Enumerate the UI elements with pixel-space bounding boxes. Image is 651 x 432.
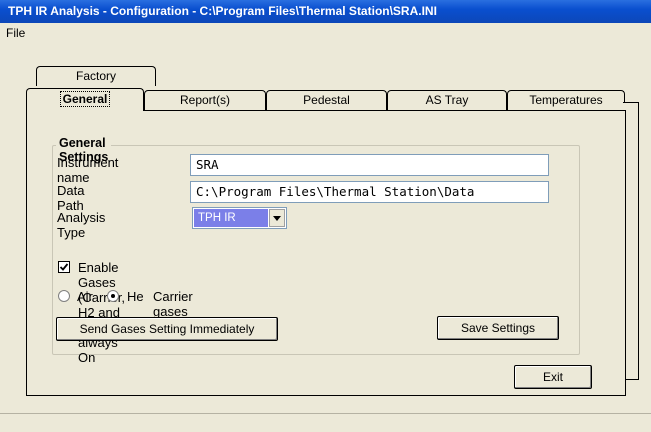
send-gases-button[interactable]: Send Gases Setting Immediately (56, 317, 278, 341)
analysis-type-label: Analysis Type (57, 210, 106, 240)
dropdown-button[interactable] (269, 209, 285, 227)
analysis-type-value: TPH IR (194, 209, 268, 227)
data-path-label: Data Path (57, 183, 85, 213)
tab-as-tray-label: AS Tray (425, 93, 469, 107)
tab-general[interactable]: General (26, 88, 144, 111)
tab-temperatures[interactable]: Temperatures (507, 90, 625, 110)
data-path-input[interactable]: C:\Program Files\Thermal Station\Data (190, 181, 549, 203)
radio-selected-dot (111, 294, 115, 298)
tab-reports[interactable]: Report(s) (144, 90, 266, 110)
radio-air-label: Air (77, 289, 93, 304)
window-title: TPH IR Analysis - Configuration - C:\Pro… (8, 4, 437, 18)
tab-factory[interactable]: Factory (36, 66, 156, 86)
chevron-down-icon (273, 216, 281, 221)
tab-temperatures-label: Temperatures (529, 93, 603, 107)
instrument-name-label: Instrument name (57, 155, 119, 185)
tab-general-label: General (59, 91, 111, 107)
radio-he-label: He (127, 289, 144, 304)
analysis-type-select[interactable]: TPH IR (192, 207, 287, 229)
instrument-name-input[interactable]: SRA (190, 154, 549, 176)
tab-pedestal[interactable]: Pedestal (266, 90, 387, 110)
status-bar (0, 413, 651, 432)
title-bar[interactable]: TPH IR Analysis - Configuration - C:\Pro… (0, 0, 651, 23)
menu-file[interactable]: File (6, 26, 25, 40)
enable-gases-checkbox[interactable] (58, 261, 70, 273)
enable-gases-label: Enable Gases (Carrier, H2 and Air) alway… (78, 260, 125, 365)
tab-as-tray[interactable]: AS Tray (387, 90, 507, 110)
radio-he[interactable] (107, 290, 119, 302)
save-settings-button[interactable]: Save Settings (437, 316, 559, 340)
radio-air[interactable] (58, 290, 70, 302)
exit-button[interactable]: Exit (514, 365, 592, 389)
checkmark-icon (59, 263, 69, 271)
tab-pedestal-label: Pedestal (303, 93, 350, 107)
carrier-gases-label: Carrier gases (153, 289, 193, 319)
tab-factory-label: Factory (75, 69, 116, 83)
tab-reports-label: Report(s) (179, 93, 230, 107)
menu-bar: File (0, 23, 651, 43)
